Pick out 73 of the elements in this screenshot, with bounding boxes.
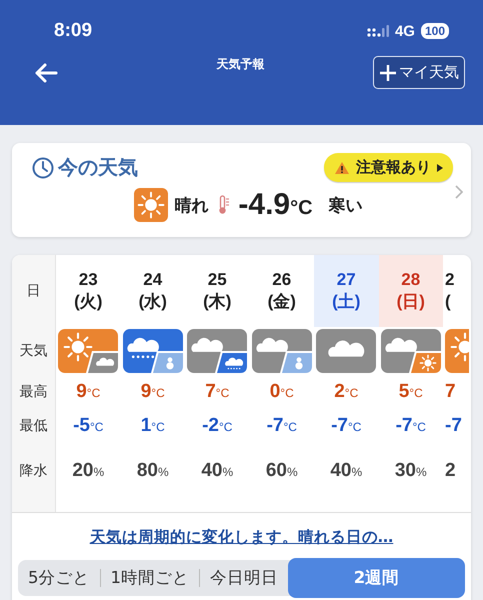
low-temperature: -7°C — [331, 415, 362, 437]
day-of-week: (土) — [332, 291, 360, 313]
back-button[interactable] — [34, 62, 58, 82]
alert-badge[interactable]: 注意報あり — [324, 153, 453, 182]
row-label: 最高 — [20, 382, 48, 400]
precipitation-chance: 80% — [136, 460, 169, 482]
segment-tab[interactable]: 2週間 — [288, 558, 465, 598]
low-temperature: -5°C — [73, 415, 104, 437]
day-of-week: ( — [445, 291, 451, 313]
precipitation-chance: 60% — [266, 460, 298, 482]
day-number: 24 — [143, 269, 162, 291]
day-number: 23 — [78, 269, 98, 291]
high-temperature: 7 — [445, 380, 456, 402]
day-of-week: (木) — [203, 291, 232, 313]
feels-label: 寒い — [328, 194, 363, 216]
add-my-weather-button[interactable]: マイ天気 — [373, 56, 465, 89]
segment-tab[interactable]: 1時間ごと — [100, 560, 199, 596]
low-temperature: -2°C — [202, 415, 232, 437]
precipitation-chance: 2 — [445, 460, 456, 482]
back-arrow-icon — [34, 62, 58, 82]
high-temperature: 5°C — [398, 380, 423, 402]
low-temperature: -7°C — [266, 415, 297, 437]
current-temperature: -4.9°C — [238, 188, 313, 222]
cloud-icon — [187, 329, 248, 373]
row-label: 天気 — [20, 342, 48, 360]
chevron-right-icon — [455, 185, 463, 199]
section-title: 今の天気 — [58, 154, 138, 181]
high-temperature: 0°C — [270, 380, 294, 402]
day-number: 26 — [272, 269, 292, 291]
low-temperature: -7 — [445, 415, 462, 437]
day-number: 28 — [401, 269, 420, 291]
row-label: 日 — [26, 282, 40, 300]
precipitation-chance: 40% — [201, 460, 234, 482]
day-number: 27 — [336, 269, 356, 291]
day-number: 25 — [208, 269, 227, 291]
network-label: 4G — [394, 22, 415, 40]
high-temperature: 7°C — [205, 380, 230, 402]
high-temperature: 9°C — [140, 380, 165, 402]
thermometer-icon — [218, 195, 230, 215]
high-temperature: 2°C — [334, 380, 358, 402]
status-time: 8:09 — [54, 20, 92, 42]
day-of-week: (火) — [74, 291, 102, 313]
day-of-week: (金) — [268, 291, 296, 313]
day-of-week: (日) — [396, 291, 425, 313]
cloud-icon — [380, 329, 441, 373]
high-temperature: 9°C — [76, 380, 100, 402]
signal-icon — [366, 25, 389, 37]
precipitation-chance: 20% — [72, 460, 104, 482]
weather-condition: 晴れ — [174, 194, 208, 216]
clock-icon — [32, 156, 54, 178]
sun-icon — [58, 329, 118, 373]
cloud-icon — [252, 329, 312, 373]
rain-icon — [122, 329, 183, 373]
segment-tab[interactable]: 5分ごと — [18, 560, 100, 596]
low-temperature: 1°C — [140, 415, 165, 437]
current-weather-card[interactable]: 今の天気 注意報あり 晴れ -4.9°C 寒い — [12, 143, 471, 237]
sun-icon — [134, 188, 168, 222]
battery-level: 100 — [420, 23, 449, 39]
cloud-icon — [316, 329, 376, 373]
alert-text: 注意報あり — [356, 158, 431, 177]
day-of-week: (水) — [138, 291, 167, 313]
page-title: 天気予報 — [216, 56, 264, 73]
plus-icon — [379, 64, 397, 82]
precipitation-chance: 30% — [394, 460, 427, 482]
forecast-link[interactable]: 天気は周期的に変化します。晴れる日の… — [90, 527, 394, 548]
row-label: 最低 — [20, 417, 48, 435]
day-number: 2 — [445, 269, 454, 291]
triangle-right-icon — [437, 164, 443, 172]
precipitation-chance: 40% — [330, 460, 362, 482]
segment-tab[interactable]: 今日明日 — [200, 560, 288, 596]
low-temperature: -7°C — [396, 415, 426, 437]
warning-icon — [334, 160, 350, 174]
row-label: 降水 — [20, 462, 48, 480]
